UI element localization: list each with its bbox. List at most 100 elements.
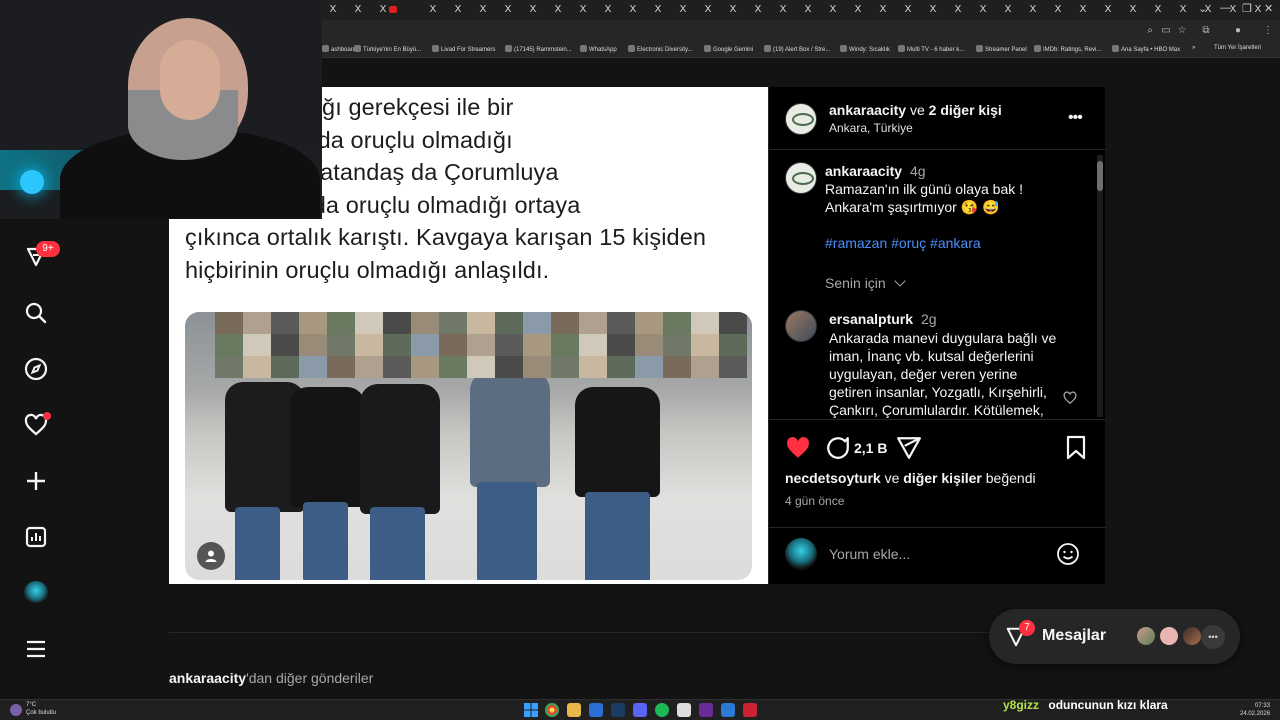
browser-tab-x[interactable]: X [997, 3, 1019, 17]
commenter-avatar[interactable] [785, 310, 817, 342]
browser-tab-x[interactable]: X [947, 3, 969, 17]
browser-tab-youtube[interactable] [389, 3, 419, 17]
explore-icon[interactable] [22, 355, 50, 383]
author-username[interactable]: ankaraacity [829, 102, 906, 118]
browser-tab-x[interactable]: X [1022, 3, 1044, 17]
all-bookmarks-button[interactable]: Tüm Yer İşaretleri [1214, 45, 1261, 51]
browser-tab-x[interactable]: X [697, 3, 719, 17]
browser-tab-x[interactable]: X [1047, 3, 1069, 17]
app-icon[interactable] [677, 703, 691, 717]
collab-others[interactable]: 2 diğer kişi [929, 102, 1002, 118]
bookmark-item[interactable]: Ana Sayfa • HBO Max [1112, 45, 1180, 53]
bookmark-item[interactable]: Windy: Sıcaklık [840, 45, 890, 53]
share-icon[interactable] [896, 435, 922, 461]
messages-button[interactable]: 7 Mesajlar ••• [989, 609, 1240, 664]
bookmark-icon[interactable] [1064, 435, 1088, 461]
browser-tab-x[interactable]: X [472, 3, 494, 17]
liker-username[interactable]: necdetsoyturk [785, 470, 881, 486]
browser-tab-x[interactable]: X [772, 3, 794, 17]
bookmark-item[interactable]: (19) Alert Box / Stre... [764, 45, 830, 53]
for-you-toggle[interactable]: Senin için [825, 274, 906, 292]
discord-icon[interactable] [633, 703, 647, 717]
browser-tab-x[interactable]: X [1122, 3, 1144, 17]
more-options-icon[interactable]: ••• [1068, 109, 1083, 127]
steam-icon[interactable] [611, 703, 625, 717]
chrome-icon[interactable] [545, 703, 559, 717]
taskbar-clock[interactable]: 07:33 24.02.2026 [1240, 702, 1270, 718]
browser-tab-x[interactable]: X [1072, 3, 1094, 17]
search-icon[interactable] [22, 299, 50, 327]
tagged-people-icon[interactable] [197, 542, 225, 570]
caption-hashtags[interactable]: #ramazan #oruç #ankara [825, 234, 981, 252]
weather-widget[interactable]: 7°C Çok bulutlu [26, 701, 56, 717]
browser-tab-x[interactable]: X [347, 3, 369, 17]
profile-avatar[interactable] [22, 579, 50, 607]
browser-tab-x[interactable]: X [1172, 3, 1194, 17]
browser-tab-x[interactable]: X [547, 3, 569, 17]
browser-tab-x[interactable]: X [797, 3, 819, 17]
comment-icon[interactable] [825, 435, 851, 461]
minimize-button[interactable]: — [1220, 2, 1231, 14]
search-icon[interactable]: ⌕ [1144, 25, 1156, 37]
browser-tab-x[interactable]: X [422, 3, 444, 17]
app-icon[interactable] [589, 703, 603, 717]
browser-tab-x[interactable]: X [972, 3, 994, 17]
bookmark-item[interactable]: Streamer Panel [976, 45, 1027, 53]
post-location[interactable]: Ankara, Türkiye [829, 121, 913, 135]
bookmark-item[interactable]: Türkiye'nin En Büyü... [354, 45, 421, 53]
menu-icon[interactable] [22, 635, 50, 663]
author-avatar[interactable] [785, 103, 817, 135]
app-icon[interactable] [743, 703, 757, 717]
dashboard-icon[interactable] [22, 523, 50, 551]
kebab-menu-icon[interactable]: ⋮ [1262, 25, 1274, 37]
browser-tab-x[interactable]: X [672, 3, 694, 17]
app-icon[interactable] [699, 703, 713, 717]
browser-tab-x[interactable]: X [722, 3, 744, 17]
bookmark-item[interactable]: Electronic Diversity... [628, 45, 693, 53]
comment-like-icon[interactable] [1063, 391, 1077, 405]
browser-tab-x[interactable]: X [522, 3, 544, 17]
comments-scrollbar[interactable] [1097, 155, 1103, 417]
extensions-icon[interactable]: ⧉ [1200, 25, 1212, 37]
star-icon[interactable]: ☆ [1176, 25, 1188, 37]
bookmarks-overflow-button[interactable]: » [1192, 45, 1195, 51]
browser-tab-x[interactable]: X [447, 3, 469, 17]
browser-tab-x[interactable]: X [922, 3, 944, 17]
comment-username[interactable]: ersanalpturk [829, 311, 913, 327]
liked-heart-icon[interactable] [785, 435, 811, 461]
caption-avatar[interactable] [785, 162, 817, 194]
browser-tab-x[interactable]: X [497, 3, 519, 17]
create-icon[interactable] [22, 467, 50, 495]
browser-tab-x[interactable]: X [647, 3, 669, 17]
bookmark-item[interactable]: (17145) Rammstein... [505, 45, 572, 53]
browser-tab-x[interactable]: X [897, 3, 919, 17]
bookmark-item[interactable]: IMDb: Ratings, Revi... [1034, 45, 1101, 53]
bookmark-item[interactable]: Google Gemini [704, 45, 753, 53]
windows-start-icon[interactable] [524, 703, 538, 717]
browser-tab-x[interactable]: X [822, 3, 844, 17]
close-window-button[interactable]: ✕ [1264, 2, 1273, 15]
bookmark-item[interactable]: Multi TV - 6 haber k... [898, 45, 964, 53]
browser-tab-x[interactable]: X [322, 3, 344, 17]
app-icon[interactable] [721, 703, 735, 717]
spotify-icon[interactable] [655, 703, 669, 717]
browser-tab-x[interactable]: X [872, 3, 894, 17]
browser-tab-x[interactable]: X [597, 3, 619, 17]
emoji-icon[interactable] [1056, 542, 1080, 566]
bookmark-item[interactable]: Livad For Streamers [432, 45, 495, 53]
browser-tab-x[interactable]: X [747, 3, 769, 17]
bookmark-item[interactable]: ashboard [322, 45, 356, 53]
browser-tab-x[interactable]: X [622, 3, 644, 17]
cast-icon[interactable]: ▭ [1160, 25, 1172, 37]
browser-tab-x[interactable]: X [1097, 3, 1119, 17]
profile-icon[interactable]: ● [1232, 25, 1244, 37]
browser-tab-x[interactable]: X [1147, 3, 1169, 17]
file-explorer-icon[interactable] [567, 703, 581, 717]
more-posts-username[interactable]: ankaraacity [169, 670, 246, 686]
comment-input[interactable]: Yorum ekle... [829, 546, 910, 562]
browser-tab-x[interactable]: X [847, 3, 869, 17]
likes-others[interactable]: diğer kişiler [903, 470, 982, 486]
caption-username[interactable]: ankaraacity [825, 163, 902, 179]
comments-list[interactable]: ankaraacity 4g Ramazan'ın ilk günü olaya… [769, 150, 1106, 420]
browser-tab-x[interactable]: X [572, 3, 594, 17]
